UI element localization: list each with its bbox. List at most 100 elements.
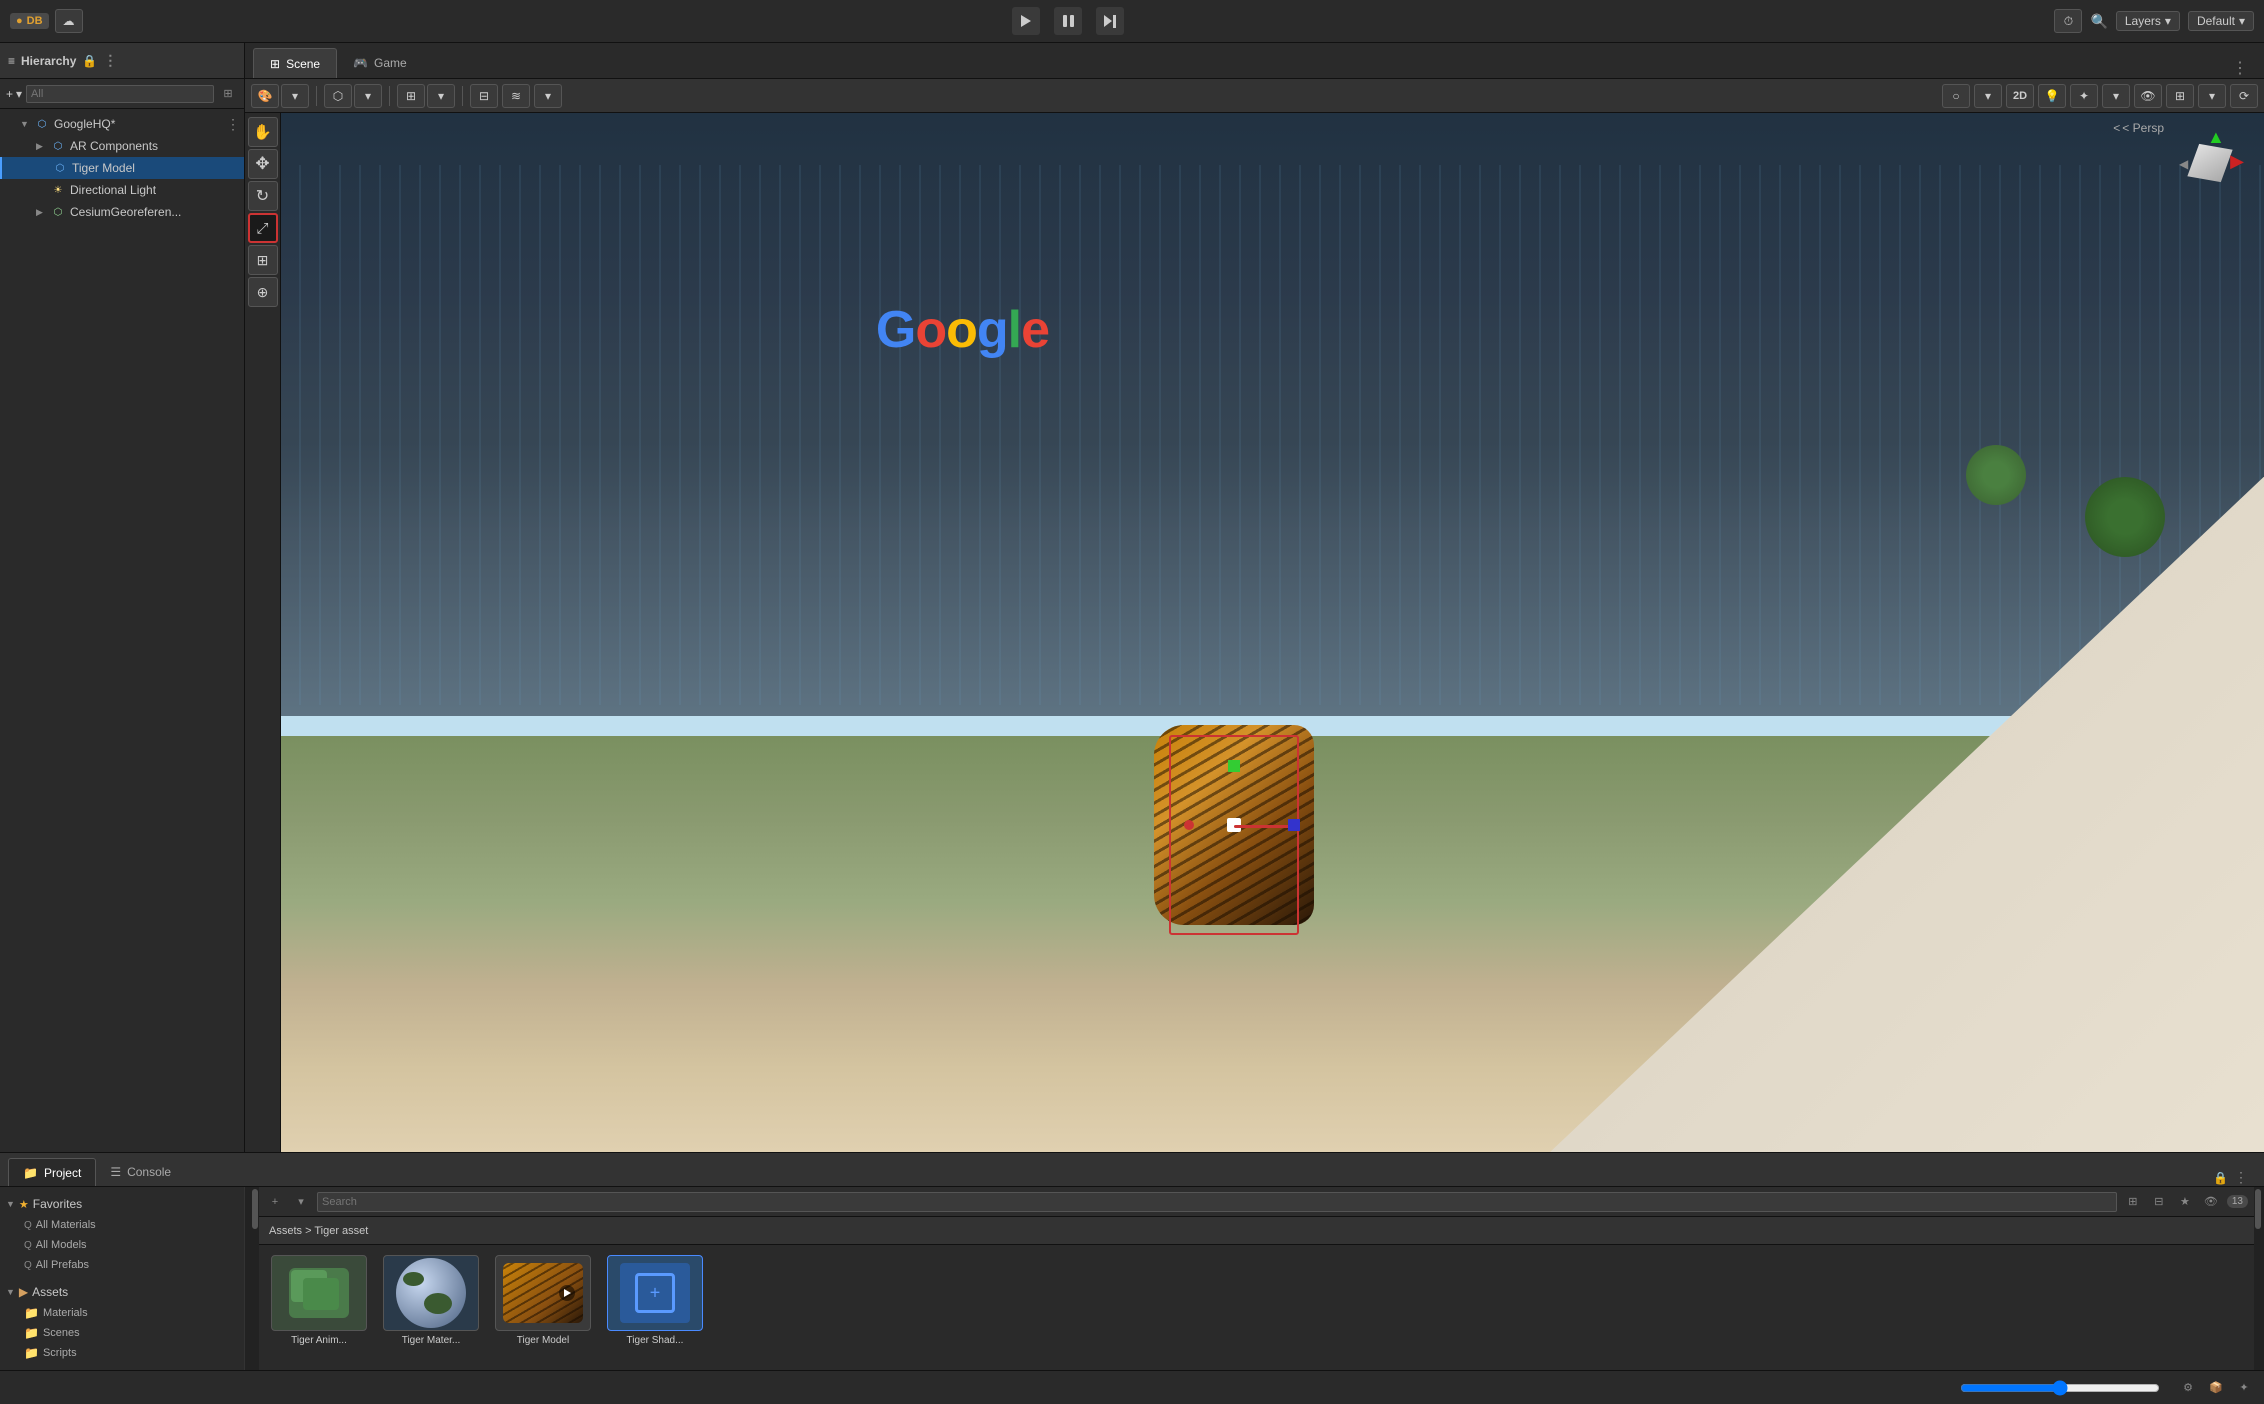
assets-scrollbar[interactable] [2254,1187,2264,1370]
assets-scenes[interactable]: 📁 Scenes [0,1323,244,1343]
scene-grid2-arrow[interactable]: ▾ [2198,84,2226,108]
scene-wave-btn[interactable]: ≋ [502,84,530,108]
scene-wave-arrow[interactable]: ▾ [534,84,562,108]
asset-card-material[interactable]: Tiger Mater... [381,1255,481,1346]
hierarchy-search[interactable] [26,85,214,103]
sidebar-scrollbar[interactable] [251,1187,259,1370]
tool-rotate[interactable]: ↻ [248,181,278,211]
db-label: DB [27,15,43,27]
asset-label-shader: Tiger Shad... [605,1335,705,1346]
play-button[interactable] [1012,7,1040,35]
cube-icon-tiger: ⬡ [52,160,68,176]
persp-button[interactable]: < < Persp [2113,121,2164,135]
tree-item-tiger[interactable]: ⬡ Tiger Model [0,157,244,179]
assets-scripts[interactable]: 📁 Scripts [0,1343,244,1363]
default-dropdown[interactable]: Default ▾ [2188,11,2254,31]
tree-item-googlehq[interactable]: ▼ ⬡ GoogleHQ* ⋮ [0,113,244,135]
assets-toolbar: + ▾ ⊞ ⊟ ★ 👁 13 [259,1187,2254,1217]
assets-header[interactable]: ▼ ▶ Assets [0,1281,244,1303]
tree-more-googlehq[interactable]: ⋮ [226,116,240,133]
scene-light-btn[interactable]: 💡 [2038,84,2066,108]
hierarchy-menu-dots[interactable]: ⋮ [103,52,117,69]
tool-move[interactable]: ✥ [248,149,278,179]
tab-scene[interactable]: ⊞ Scene [253,48,337,78]
nav-gizmo[interactable]: ▲ ▶ ◀ [2179,128,2244,193]
scene-3d-btn[interactable]: ⬡ [324,84,352,108]
scene-fx-arrow[interactable]: ▾ [2102,84,2130,108]
history-btn[interactable]: ⏱ [2054,9,2082,33]
scene-grid2-btn[interactable]: ⊞ [2166,84,2194,108]
tool-hand[interactable]: ✋ [248,117,278,147]
status-icon3[interactable]: ✦ [2234,1378,2254,1398]
db-badge[interactable]: ● DB [10,13,49,29]
viewport[interactable]: Google [281,113,2264,1152]
g-letter-2: o [915,301,946,359]
hierarchy-filter-icon[interactable]: ⊞ [218,84,238,104]
tab-project[interactable]: 📁 Project [8,1158,96,1186]
scene-eye-btn[interactable]: 👁 [2134,84,2162,108]
tab-game[interactable]: 🎮 Game [337,48,423,78]
scene-circle-arrow[interactable]: ▾ [1974,84,2002,108]
status-slider[interactable] [10,1380,2170,1396]
tree-arrow-googlehq: ▼ [20,119,32,129]
scene-3d-arrow[interactable]: ▾ [354,84,382,108]
zoom-slider[interactable] [1960,1380,2160,1396]
asset-thumb-model [495,1255,591,1331]
layers-dropdown[interactable]: Layers ▾ [2116,11,2180,31]
tree-item-ar[interactable]: ▶ ⬡ AR Components [0,135,244,157]
tool-transform[interactable]: ⊕ [248,277,278,307]
assets-eye-btn[interactable]: 👁 [2201,1192,2221,1212]
scene-gizmo-btn[interactable]: ⟳ [2230,84,2258,108]
assets-materials[interactable]: 📁 Materials [0,1303,244,1323]
assets-star-btn[interactable]: ★ [2175,1192,2195,1212]
tree-item-light[interactable]: ☀ Directional Light [0,179,244,201]
assets-layout-btn[interactable]: ⊞ [2123,1192,2143,1212]
separator1 [316,86,317,106]
add-btn[interactable]: + ▾ [6,87,22,101]
favorite-prefabs[interactable]: Q All Prefabs [0,1255,244,1275]
step-button[interactable] [1096,7,1124,35]
scene-fx-btn[interactable]: ✦ [2070,84,2098,108]
lock-icon[interactable]: 🔒 [82,54,97,68]
cloud-btn[interactable]: ☁ [55,9,83,33]
anim-icon-inner [291,1270,347,1316]
scene-tab-controls: ⋮ [2224,58,2256,78]
add-asset-btn[interactable]: + [265,1192,285,1212]
tool-strip: ✋ ✥ ↻ ⤢ ⊞ ⊕ [245,113,281,1152]
bottom-lock-icon[interactable]: 🔒 [2213,1171,2228,1185]
status-icon1[interactable]: ⚙ [2178,1378,2198,1398]
project-tab-label: Project [44,1166,81,1180]
assets-breadcrumb: Assets > Tiger asset [259,1217,2254,1245]
tool-scale[interactable]: ⤢ [248,213,278,243]
status-icon2[interactable]: 📦 [2206,1378,2226,1398]
scene-toolbar: 🎨 ▾ ⬡ ▾ ⊞ ▾ ⊟ ≋ ▾ ○ ▾ 2D 💡 ✦ [245,79,2264,113]
scene-grid-btn[interactable]: ⊞ [397,84,425,108]
tree-label-googlehq: GoogleHQ* [54,117,115,131]
scene-dots-btn[interactable]: ⊟ [470,84,498,108]
asset-card-anim[interactable]: Tiger Anim... [269,1255,369,1346]
scene-2d-btn[interactable]: 2D [2006,84,2034,108]
folder-icon-scripts: 📁 [24,1346,39,1360]
scene-circle-btn[interactable]: ○ [1942,84,1970,108]
scene-arrow-btn[interactable]: ▾ [281,84,309,108]
scene-color-btn[interactable]: 🎨 [251,84,279,108]
add-asset-arrow[interactable]: ▾ [291,1192,311,1212]
pause-button[interactable] [1054,7,1082,35]
assets-filter-btn[interactable]: ⊟ [2149,1192,2169,1212]
asset-card-shader[interactable]: Tiger Shad... [605,1255,705,1346]
favorites-header[interactable]: ▼ ★ Favorites [0,1193,244,1215]
favorite-models[interactable]: Q All Models [0,1235,244,1255]
favorite-materials[interactable]: Q All Materials [0,1215,244,1235]
scene-toolbar-right: ○ ▾ 2D 💡 ✦ ▾ 👁 ⊞ ▾ ⟳ [1942,84,2258,108]
bottom-menu-dots[interactable]: ⋮ [2234,1169,2248,1186]
tool-rect[interactable]: ⊞ [248,245,278,275]
scene-panel-options[interactable]: ⋮ [2224,58,2256,78]
persp-label: < Persp [2122,121,2164,135]
assets-search-input[interactable] [317,1192,2117,1212]
tab-console[interactable]: ☰ Console [96,1158,185,1186]
tree-item-cesium[interactable]: ▶ ⬡ CesiumGeoreferen... [0,201,244,223]
scene-grid-arrow[interactable]: ▾ [427,84,455,108]
asset-card-model[interactable]: Tiger Model [493,1255,593,1346]
tree-label-tiger: Tiger Model [72,161,135,175]
bottom-tabs: 📁 Project ☰ Console 🔒 ⋮ [0,1153,2264,1187]
